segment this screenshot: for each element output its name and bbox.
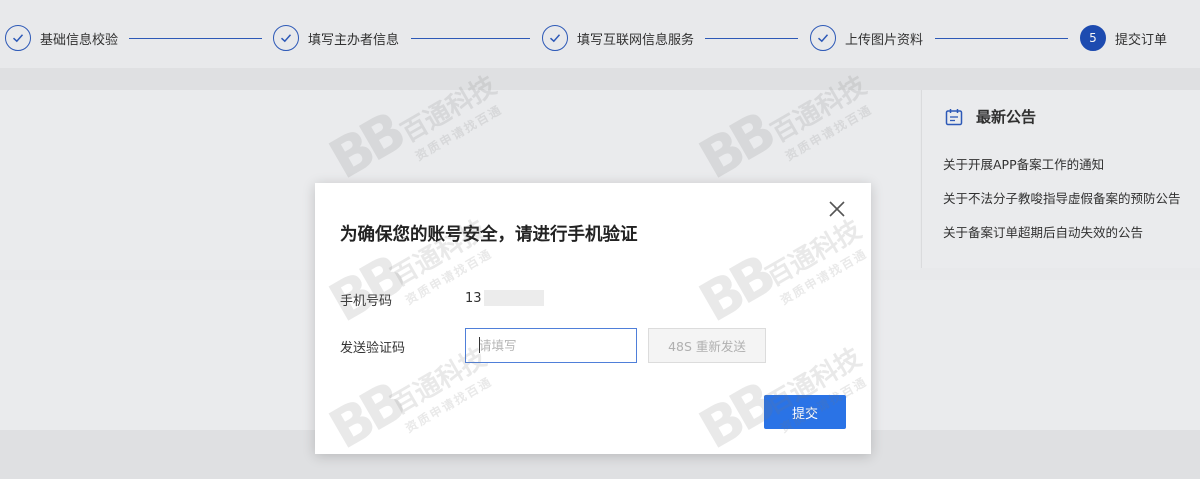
text-caret — [479, 337, 480, 353]
close-button[interactable] — [825, 197, 849, 221]
phone-verification-dialog: 为确保您的账号安全，请进行手机验证 手机号码 13 发送验证码 48S 重新发送… — [315, 183, 871, 454]
phone-label: 手机号码 — [340, 294, 393, 309]
phone-mask — [483, 290, 544, 306]
code-label: 发送验证码 — [340, 341, 406, 356]
verification-code-input[interactable] — [465, 328, 637, 363]
phone-number: 13 — [465, 290, 544, 306]
close-icon — [829, 201, 845, 217]
resend-code-button[interactable]: 48S 重新发送 — [648, 328, 766, 363]
phone-value: 13 — [465, 290, 482, 306]
submit-button[interactable]: 提交 — [764, 395, 846, 429]
dialog-title: 为确保您的账号安全，请进行手机验证 — [340, 225, 638, 245]
